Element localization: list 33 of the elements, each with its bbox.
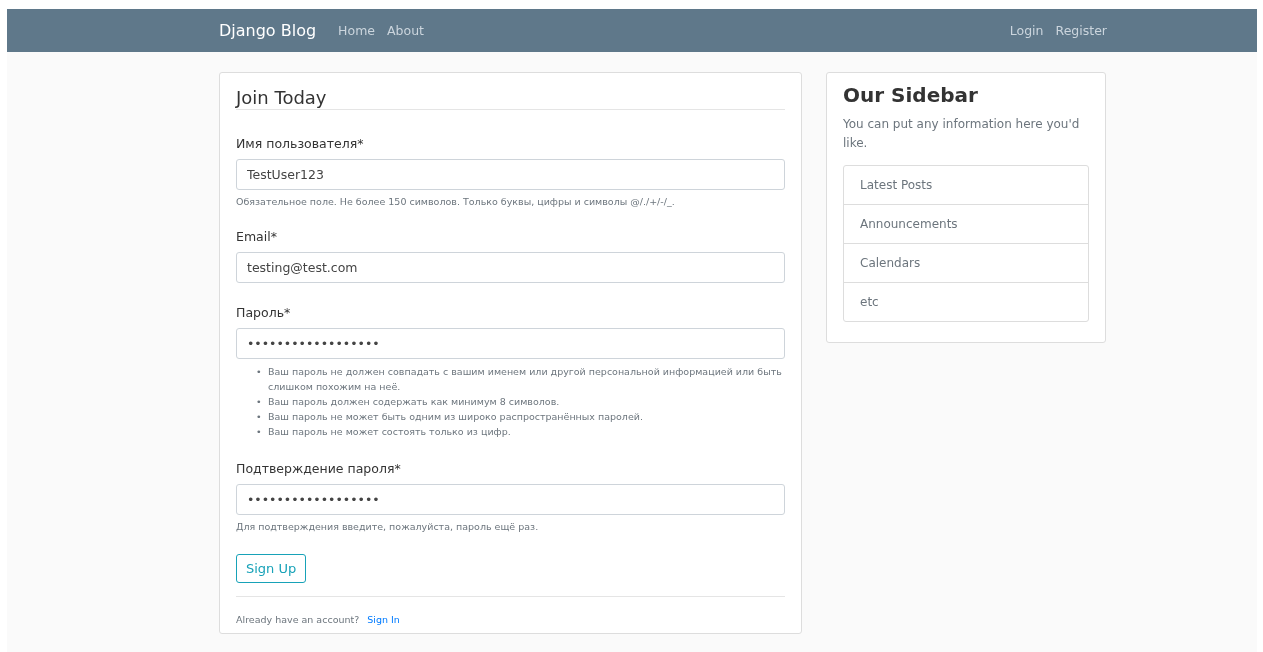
field-label: Подтверждение пароля* xyxy=(236,461,402,476)
bullet-mark: • xyxy=(256,425,261,439)
sidebar-item[interactable]: Calendars xyxy=(844,243,1088,282)
help-text: Ваш пароль не может быть одним из широко распространённых паролей. xyxy=(268,410,643,424)
help-text: Ваш пароль не должен совпадать с вашим именем или другой персональной информацией или быть слишком похожим на неё. xyxy=(268,365,783,394)
form-title: Join Today xyxy=(236,87,785,110)
field-label: Имя пользователя* xyxy=(236,136,365,151)
input-field[interactable]: TestUser123 xyxy=(236,159,785,190)
input-field[interactable]: •••••••••••••••••• xyxy=(236,328,785,359)
sign-in-link[interactable]: Sign In xyxy=(367,614,400,625)
sidebar-title: Our Sidebar xyxy=(843,83,979,107)
sidebar-text: You can put any information here you'd like. xyxy=(843,116,1081,152)
field-label: Email* xyxy=(236,229,278,244)
bullet-mark: • xyxy=(256,395,261,409)
input-field[interactable]: •••••••••••••••••• xyxy=(236,484,785,515)
sidebar-item[interactable]: etc xyxy=(844,282,1088,321)
help-text: Ваш пароль не может состоять только из цифр. xyxy=(268,425,511,439)
bullet-mark: • xyxy=(256,365,261,379)
bullet-mark: • xyxy=(256,410,261,424)
field-label: Пароль* xyxy=(236,305,292,320)
nav-link[interactable]: Login xyxy=(1009,23,1044,38)
sidebar-item[interactable]: Latest Posts xyxy=(844,166,1088,204)
help-text: Обязательное поле. Не более 150 символов. Только буквы, цифры и символы @/./+/-/_. xyxy=(236,196,676,207)
sidebar-item[interactable]: Announcements xyxy=(844,204,1088,243)
help-text: Для подтверждения введите, пожалуйста, пароль ещё раз. xyxy=(236,521,540,532)
sign-up-button[interactable]: Sign Up xyxy=(236,554,307,583)
nav-link[interactable]: Home xyxy=(338,23,376,38)
footer-text: Already have an account? xyxy=(236,614,360,625)
nav-link[interactable]: About xyxy=(387,23,424,38)
help-text: Ваш пароль должен содержать как минимум 8 символов. xyxy=(268,395,560,409)
brand-link[interactable]: Django Blog xyxy=(219,21,317,40)
input-field[interactable]: testing@test.com xyxy=(236,252,785,283)
nav-link[interactable]: Register xyxy=(1055,23,1107,38)
